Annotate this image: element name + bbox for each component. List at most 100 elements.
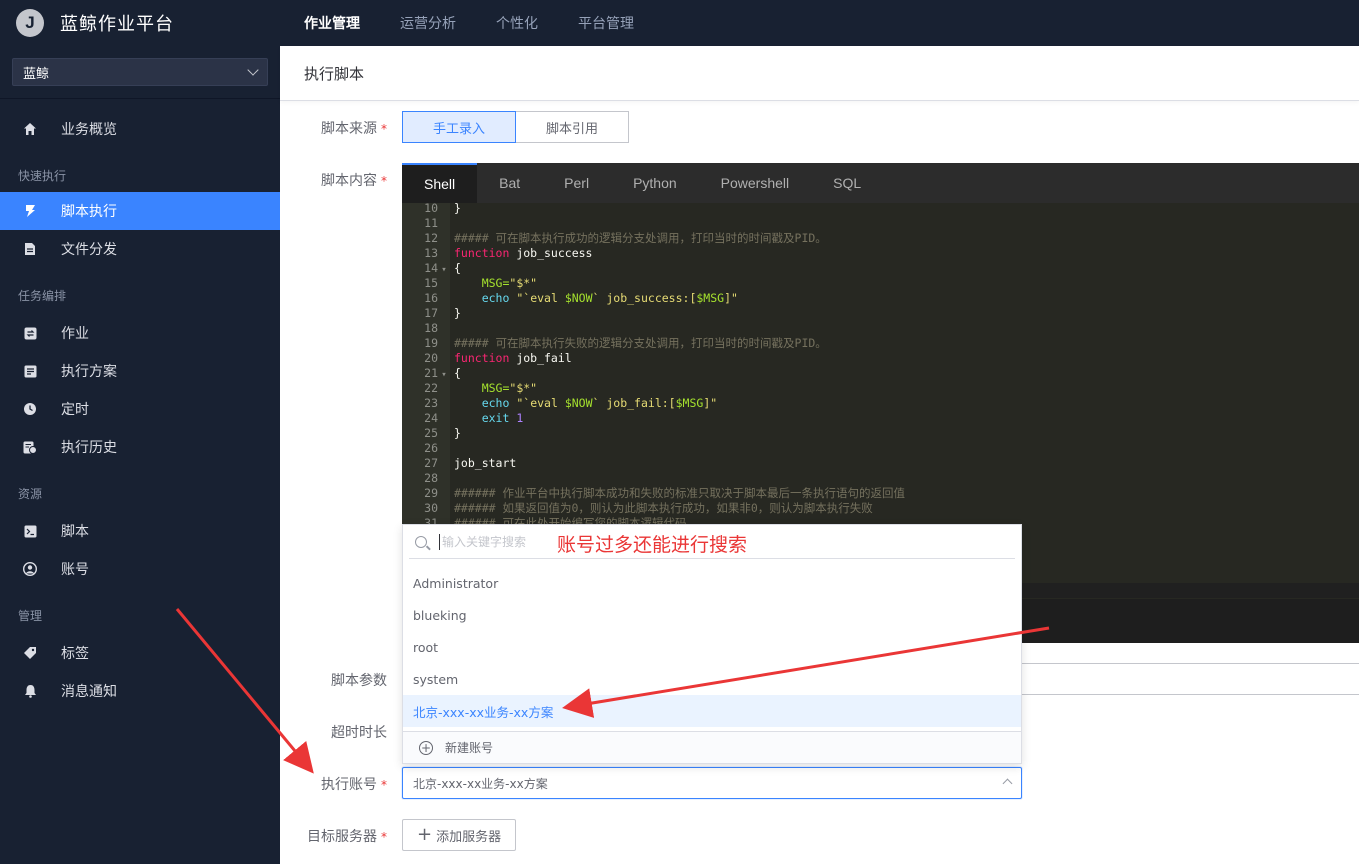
create-account-label: 新建账号 [445, 739, 493, 756]
sidebar-item-script-exec[interactable]: 脚本执行 [0, 192, 280, 230]
source-manual-button[interactable]: 手工录入 [402, 111, 516, 143]
sidebar: 蓝鲸 业务概览 快速执行 脚本执行 文件分发 任务编排 作业 执行方案 [0, 46, 280, 864]
plan-icon [22, 363, 38, 379]
app-logo[interactable]: J 蓝鲸作业平台 [0, 9, 280, 37]
label-script-content: 脚本内容 * [280, 170, 387, 190]
sidebar-item-label: 标签 [61, 643, 89, 663]
tab-perl[interactable]: Perl [542, 163, 611, 203]
tab-python[interactable]: Python [611, 163, 699, 203]
label-target-server: 目标服务器 * [280, 826, 387, 846]
history-icon [22, 439, 38, 455]
chevron-up-icon [1003, 779, 1013, 789]
sidebar-item-script[interactable]: 脚本 [0, 512, 280, 550]
label-text: 目标服务器 [307, 829, 377, 845]
topnav-platform-management[interactable]: 平台管理 [578, 13, 634, 33]
code-line: 19##### 可在脚本执行失败的逻辑分支处调用，打印当时的时间戳及PID。 [402, 336, 1359, 351]
code-line: 16 echo "`eval $NOW` job_success:[$MSG]" [402, 291, 1359, 306]
page-title: 执行脚本 [280, 46, 1359, 101]
business-select[interactable]: 蓝鲸 [12, 58, 268, 86]
label-text: 脚本内容 [321, 173, 377, 189]
tab-shell[interactable]: Shell [402, 163, 477, 203]
search-placeholder: 输入关键字搜索 [442, 533, 526, 550]
sidebar-item-label: 文件分发 [61, 239, 117, 259]
tab-bat[interactable]: Bat [477, 163, 542, 203]
account-option-root[interactable]: root [403, 631, 1021, 663]
account-option-blueking[interactable]: blueking [403, 599, 1021, 631]
account-option-administrator[interactable]: Administrator [403, 567, 1021, 599]
topnav-analytics[interactable]: 运营分析 [400, 13, 456, 33]
label-text: 脚本来源 [321, 121, 377, 137]
sidebar-item-label: 账号 [61, 559, 89, 579]
topnav-job-management[interactable]: 作业管理 [304, 13, 360, 33]
account-option-system[interactable]: system [403, 663, 1021, 695]
code-line: 23 echo "`eval $NOW` job_fail:[$MSG]" [402, 396, 1359, 411]
file-icon [22, 241, 38, 257]
sidebar-item-history[interactable]: 执行历史 [0, 428, 280, 466]
label-text: 脚本参数 [331, 673, 387, 689]
top-nav: 作业管理 运营分析 个性化 平台管理 [304, 13, 674, 33]
text-caret [439, 534, 440, 550]
menu-group-resource: 资源 [0, 483, 280, 503]
label-timeout: 超时时长 [280, 722, 387, 742]
flash-icon [22, 203, 38, 219]
language-tabs: Shell Bat Perl Python Powershell SQL [402, 163, 1359, 203]
tab-sql[interactable]: SQL [811, 163, 883, 203]
code-line: 17} [402, 306, 1359, 321]
account-option-selected[interactable]: 北京-xxx-xx业务-xx方案 [403, 695, 1021, 727]
logo-badge-icon: J [16, 9, 44, 37]
label-script-source: 脚本来源 * [280, 118, 387, 138]
code-line: 22 MSG="$*" [402, 381, 1359, 396]
app-title: 蓝鲸作业平台 [60, 10, 174, 36]
label-text: 超时时长 [331, 725, 387, 741]
code-line: 30###### 如果返回值为0，则认为此脚本执行成功，如果非0，则认为脚本执行… [402, 501, 1359, 516]
sidebar-item-plan[interactable]: 执行方案 [0, 352, 280, 390]
sidebar-item-cron[interactable]: 定时 [0, 390, 280, 428]
menu-group-manage: 管理 [0, 605, 280, 625]
business-select-value: 蓝鲸 [23, 63, 49, 82]
sidebar-item-label: 脚本 [61, 521, 89, 541]
account-select[interactable]: 北京-xxx-xx业务-xx方案 [402, 767, 1022, 799]
sidebar-item-label: 业务概览 [61, 119, 117, 139]
sidebar-item-overview[interactable]: 业务概览 [0, 110, 280, 148]
code-line: 10} [402, 203, 1359, 216]
sidebar-item-label: 执行历史 [61, 437, 117, 457]
sidebar-item-tag[interactable]: 标签 [0, 634, 280, 672]
clock-icon [22, 401, 38, 417]
sidebar-item-label: 定时 [61, 399, 89, 419]
chevron-down-icon [247, 64, 258, 75]
required-mark: * [381, 830, 387, 844]
plus-icon: + [417, 826, 432, 844]
code-line: 14▾{ [402, 261, 1359, 276]
sidebar-item-label: 脚本执行 [61, 201, 117, 221]
code-line: 21▾{ [402, 366, 1359, 381]
code-line: 20function job_fail [402, 351, 1359, 366]
terminal-icon [22, 523, 38, 539]
code-line: 27job_start [402, 456, 1359, 471]
code-line: 13function job_success [402, 246, 1359, 261]
add-server-button[interactable]: + 添加服务器 [402, 819, 516, 851]
label-text: 执行账号 [321, 777, 377, 793]
sidebar-item-file-dist[interactable]: 文件分发 [0, 230, 280, 268]
user-icon [22, 561, 38, 577]
sidebar-item-account[interactable]: 账号 [0, 550, 280, 588]
topnav-personalize[interactable]: 个性化 [496, 13, 538, 33]
sidebar-item-notify[interactable]: 消息通知 [0, 672, 280, 710]
menu-group-task: 任务编排 [0, 285, 280, 305]
account-dropdown: 输入关键字搜索 账号过多还能进行搜索 Administrator bluekin… [402, 524, 1022, 764]
source-reference-button[interactable]: 脚本引用 [516, 111, 629, 143]
add-server-label: 添加服务器 [436, 826, 501, 845]
required-mark: * [381, 174, 387, 188]
account-search-input[interactable]: 输入关键字搜索 账号过多还能进行搜索 [409, 525, 1015, 559]
account-select-value: 北京-xxx-xx业务-xx方案 [413, 775, 548, 792]
home-icon [22, 121, 38, 137]
sidebar-item-label: 作业 [61, 323, 89, 343]
add-circle-icon: + [419, 741, 433, 755]
account-option-list: Administrator blueking root system 北京-xx… [403, 559, 1021, 727]
code-line: 28 [402, 471, 1359, 486]
create-account-button[interactable]: + 新建账号 [403, 731, 1021, 763]
script-params-input[interactable] [1020, 663, 1359, 695]
sidebar-item-job[interactable]: 作业 [0, 314, 280, 352]
tab-powershell[interactable]: Powershell [699, 163, 811, 203]
label-script-params: 脚本参数 [280, 670, 387, 690]
required-mark: * [381, 122, 387, 136]
